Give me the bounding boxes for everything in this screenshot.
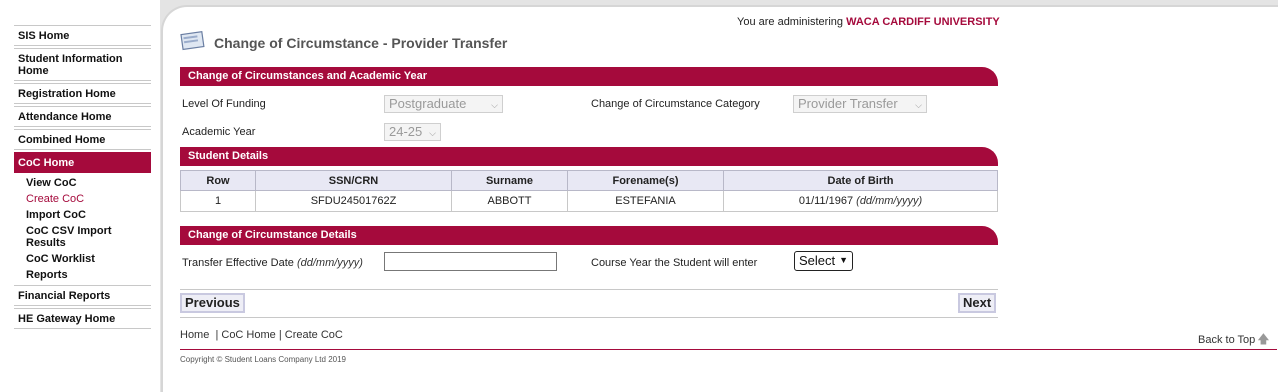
sidebar-subitem-view-coc[interactable]: View CoC: [14, 175, 151, 191]
chevron-down-icon: ⌵: [915, 100, 922, 110]
category-label: Change of Circumstance Category: [591, 98, 760, 110]
sidebar-item-attendance-home[interactable]: Attendance Home: [14, 106, 151, 127]
date-of-birth-cell: 01/11/1967 (dd/mm/yyyy): [723, 190, 998, 212]
breadcrumb-coc-home[interactable]: CoC Home: [221, 329, 275, 341]
transfer-effective-date-input[interactable]: [384, 252, 557, 271]
section-header-coc-academic-year: Change of Circumstances and Academic Yea…: [180, 67, 998, 86]
sidebar-subitem-import-coc[interactable]: Import CoC: [14, 207, 151, 223]
sidebar-nav: SIS Home Student Information Home Regist…: [14, 25, 151, 331]
breadcrumb-create-coc[interactable]: Create CoC: [285, 329, 343, 341]
date-format-hint: (dd/mm/yyyy): [856, 195, 923, 207]
table-row: 1 SFDU24501762Z ABBOTT ESTEFANIA 01/11/1…: [180, 190, 998, 212]
academic-year-label: Academic Year: [182, 126, 256, 138]
funding-label: Level Of Funding: [182, 98, 266, 110]
sidebar-item-financial-reports[interactable]: Financial Reports: [14, 285, 151, 306]
chevron-down-icon: ⌵: [491, 100, 498, 110]
transfer-date-label-text: Transfer Effective Date: [182, 257, 294, 269]
sidebar-subitem-create-coc[interactable]: Create CoC: [14, 191, 151, 207]
sidebar-item-registration-home[interactable]: Registration Home: [14, 83, 151, 104]
admin-prefix: You are administering: [737, 16, 843, 28]
divider: [180, 289, 998, 290]
main-content: You are administering WACA CARDIFF UNIVE…: [161, 5, 1278, 392]
surname-cell: ABBOTT: [451, 190, 568, 212]
breadcrumb-home[interactable]: Home: [180, 329, 209, 341]
sidebar-item-sis-home[interactable]: SIS Home: [14, 25, 151, 46]
chevron-down-icon: ⌵: [429, 128, 436, 138]
chevron-down-icon: ▼: [839, 255, 848, 265]
category-value: Provider Transfer: [798, 96, 898, 111]
divider: [180, 317, 998, 318]
course-year-value: Select: [799, 253, 836, 268]
forename-cell: ESTEFANIA: [567, 190, 724, 212]
back-to-top-label: Back to Top: [1198, 334, 1256, 346]
academic-year-select: 24-25 ⌵: [384, 123, 441, 141]
page-title: Change of Circumstance - Provider Transf…: [214, 35, 508, 51]
sidebar-subitem-reports[interactable]: Reports: [14, 267, 151, 283]
table-header-row: Row SSN/CRN Surname Forename(s) Date of …: [180, 170, 998, 191]
course-year-label: Course Year the Student will enter: [591, 257, 758, 269]
sidebar-item-combined-home[interactable]: Combined Home: [14, 129, 151, 150]
student-details-table: Row SSN/CRN Surname Forename(s) Date of …: [180, 170, 998, 212]
back-to-top-link[interactable]: Back to Top 🡅: [1198, 330, 1270, 351]
row-number: 1: [180, 190, 256, 212]
admin-info: You are administering WACA CARDIFF UNIVE…: [737, 16, 1000, 28]
next-button[interactable]: Next: [958, 293, 997, 313]
column-header-surname: Surname: [451, 170, 568, 191]
column-header-date-of-birth: Date of Birth: [723, 170, 998, 191]
breadcrumb: Home | CoC Home | Create CoC: [180, 329, 343, 341]
column-header-forenames: Forename(s): [567, 170, 724, 191]
course-year-select[interactable]: Select ▼: [794, 251, 853, 271]
copyright-text: Copyright © Student Loans Company Ltd 20…: [180, 355, 346, 364]
section-header-student-details: Student Details: [180, 147, 998, 166]
sidebar-subitem-coc-worklist[interactable]: CoC Worklist: [14, 251, 151, 267]
section-header-coc-details: Change of Circumstance Details: [180, 226, 998, 245]
previous-button[interactable]: Previous: [180, 293, 245, 313]
column-header-row: Row: [180, 170, 256, 191]
sidebar-item-student-information-home[interactable]: Student Information Home: [14, 48, 151, 81]
funding-value: Postgraduate: [389, 96, 467, 111]
sidebar-subnav: View CoC Create CoC Import CoC CoC CSV I…: [14, 175, 151, 283]
sidebar: SIS Home Student Information Home Regist…: [0, 0, 160, 392]
sidebar-item-he-gateway-home[interactable]: HE Gateway Home: [14, 308, 151, 329]
column-header-ssn-crn: SSN/CRN: [255, 170, 452, 191]
sidebar-item-coc-home[interactable]: CoC Home: [14, 152, 151, 173]
category-select: Provider Transfer ⌵: [793, 95, 927, 113]
arrow-up-icon: 🡅: [1257, 332, 1270, 346]
funding-select: Postgraduate ⌵: [384, 95, 503, 113]
document-icon: [180, 31, 205, 51]
sidebar-subitem-coc-csv-import-results[interactable]: CoC CSV Import Results: [14, 223, 151, 251]
transfer-date-format-hint: (dd/mm/yyyy): [296, 257, 363, 269]
admin-organisation: WACA CARDIFF UNIVERSITY: [846, 16, 1000, 28]
date-of-birth-value: 01/11/1967: [798, 195, 854, 207]
footer-divider: [180, 349, 1277, 350]
academic-year-value: 24-25: [389, 124, 423, 139]
transfer-date-label: Transfer Effective Date (dd/mm/yyyy): [182, 257, 363, 269]
ssn-crn-cell: SFDU24501762Z: [255, 190, 452, 212]
